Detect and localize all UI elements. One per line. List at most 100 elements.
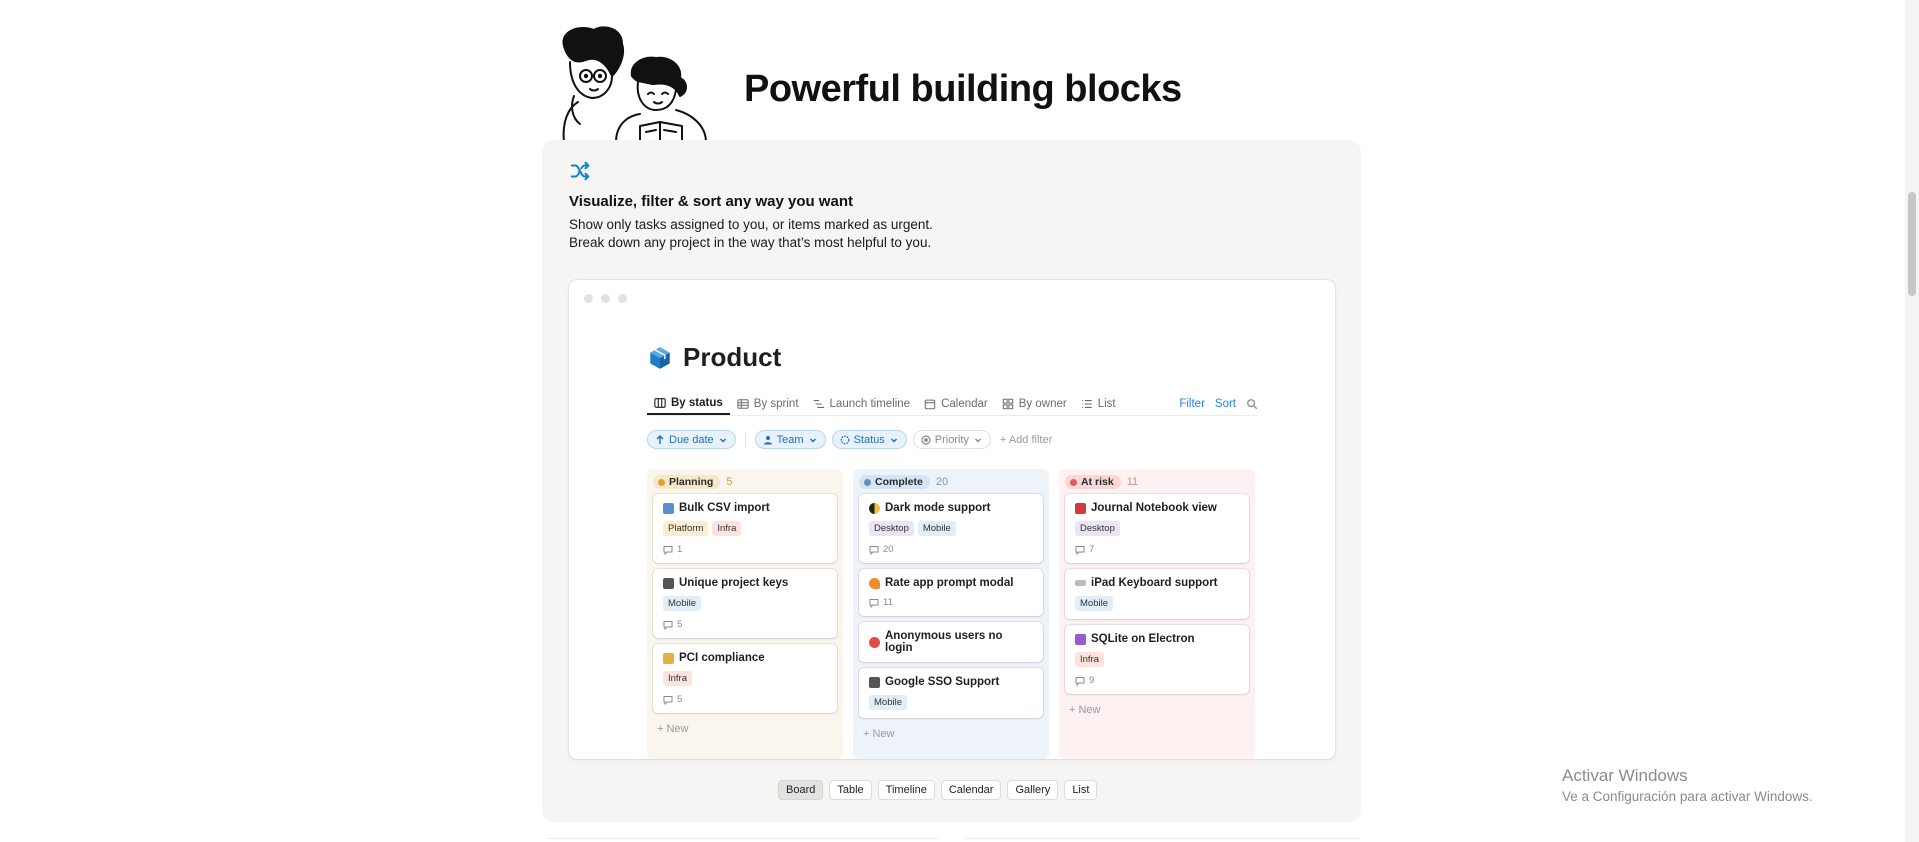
view-table-button[interactable]: Table	[829, 780, 872, 800]
tag: Desktop	[869, 521, 914, 536]
view-calendar-button[interactable]: Calendar	[940, 780, 1002, 800]
board-card[interactable]: Bulk CSV import Platform Infra 1	[653, 494, 837, 563]
column-header: Planning 5	[653, 474, 837, 490]
team-filter[interactable]: Team	[754, 430, 826, 449]
scrollbar-thumb[interactable]	[1908, 192, 1916, 296]
card-tags: Desktop Mobile	[869, 521, 1033, 536]
checkbox-icon	[869, 676, 880, 688]
tab-label: By owner	[1018, 397, 1067, 410]
add-filter-button[interactable]: + Add filter	[997, 430, 1055, 449]
page-title: Product	[647, 342, 781, 373]
card-comments: 11	[869, 597, 1033, 608]
gallery-icon	[1002, 398, 1013, 409]
comment-icon	[663, 545, 673, 555]
filter-button[interactable]: Filter	[1179, 398, 1205, 410]
comment-count: 5	[677, 619, 683, 630]
chevron-down-icon	[809, 438, 816, 442]
card-title-text: Google SSO Support	[885, 676, 1000, 688]
card-title-text: Anonymous users no login	[885, 630, 1003, 654]
board-card[interactable]: PCI compliance Infra 5	[653, 644, 837, 713]
status-filter[interactable]: Status	[831, 430, 907, 449]
arrow-up-icon	[656, 434, 664, 444]
view-list-button[interactable]: List	[1064, 780, 1098, 800]
card-tags: Mobile	[869, 695, 1033, 710]
tag: Mobile	[869, 695, 907, 710]
feature-desc-line: Show only tasks assigned to you, or item…	[569, 217, 933, 232]
tab-label: List	[1097, 397, 1116, 410]
comment-count: 1	[677, 544, 683, 555]
new-card-button[interactable]: + New	[1065, 700, 1249, 720]
due-date-filter[interactable]: Due date	[647, 430, 736, 449]
board-card[interactable]: Rate app prompt modal 11	[859, 569, 1043, 616]
board-column-at-risk: At risk 11 Journal Notebook view Desktop…	[1059, 469, 1255, 759]
tag: Infra	[1075, 652, 1105, 667]
tab-by-sprint[interactable]: By sprint	[730, 392, 806, 415]
board-icon	[654, 397, 666, 408]
cube-icon	[647, 345, 673, 371]
card-title: SQLite on Electron	[1075, 633, 1239, 645]
search-icon[interactable]	[1246, 398, 1258, 410]
window-dot	[584, 294, 593, 303]
feature-title: Visualize, filter & sort any way you wan…	[569, 193, 853, 210]
watermark-title: Activar Windows	[1562, 766, 1688, 785]
board-card[interactable]: SQLite on Electron Infra 9	[1065, 625, 1249, 694]
card-title-text: iPad Keyboard support	[1091, 577, 1218, 589]
view-board-button[interactable]: Board	[778, 780, 824, 800]
lock-icon	[663, 652, 674, 664]
board-card[interactable]: Journal Notebook view Desktop 7	[1065, 494, 1249, 563]
priority-filter[interactable]: Priority	[912, 430, 991, 449]
keyboard-icon	[1075, 580, 1086, 586]
card-title: Google SSO Support	[869, 676, 1033, 688]
board-card[interactable]: Google SSO Support Mobile	[859, 668, 1043, 718]
tab-by-status[interactable]: By status	[647, 392, 730, 415]
shuffle-icon	[569, 160, 591, 182]
comment-icon	[1075, 545, 1085, 555]
card-title: Bulk CSV import	[663, 502, 827, 514]
view-timeline-button[interactable]: Timeline	[877, 780, 935, 800]
comment-count: 9	[1089, 675, 1095, 686]
tag: Mobile	[917, 521, 956, 536]
import-icon	[663, 502, 674, 514]
board-card[interactable]: Anonymous users no login	[859, 622, 1043, 662]
status-dot	[864, 478, 871, 486]
windows-activation-watermark: Activar Windows Ve a Configuración para …	[1562, 766, 1813, 804]
page-scrollbar[interactable]	[1905, 0, 1919, 842]
board-card[interactable]: iPad Keyboard support Mobile	[1065, 569, 1249, 619]
list-icon	[1081, 399, 1092, 408]
feature-description: Show only tasks assigned to you, or item…	[569, 216, 933, 252]
board: Planning 5 Bulk CSV import Platform Infra…	[647, 469, 1255, 759]
comment-icon	[663, 695, 673, 705]
tab-by-owner[interactable]: By owner	[995, 392, 1074, 415]
card-title-text: Unique project keys	[679, 577, 789, 589]
view-tabs: By status By sprint Launch timeline Cale…	[647, 392, 1258, 416]
timeline-icon	[813, 399, 824, 408]
board-card[interactable]: Dark mode support Desktop Mobile 20	[859, 494, 1043, 563]
card-title: PCI compliance	[663, 652, 827, 664]
table-icon	[737, 398, 749, 409]
card-title: iPad Keyboard support	[1075, 577, 1239, 589]
new-card-button[interactable]: + New	[859, 724, 1043, 744]
card-tags: Mobile	[1075, 596, 1239, 611]
tag: Platform	[663, 521, 709, 536]
piano-icon	[663, 577, 674, 589]
tab-list[interactable]: List	[1074, 392, 1123, 415]
tab-calendar[interactable]: Calendar	[917, 392, 995, 415]
view-actions: Filter Sort	[1179, 392, 1258, 415]
sort-button[interactable]: Sort	[1215, 398, 1236, 410]
calendar-icon	[924, 399, 936, 409]
chip-label: Team	[776, 433, 804, 446]
board-card[interactable]: Unique project keys Mobile 5	[653, 569, 837, 638]
next-card-edge	[548, 838, 938, 842]
chip-label: Due date	[669, 433, 714, 446]
new-card-button[interactable]: + New	[653, 719, 837, 739]
view-gallery-button[interactable]: Gallery	[1007, 780, 1059, 800]
status-label: Planning	[669, 476, 714, 488]
window-dot	[618, 294, 627, 303]
card-title: Dark mode support	[869, 502, 1033, 514]
comment-count: 11	[883, 597, 893, 608]
comment-icon	[869, 545, 879, 555]
tag: Desktop	[1075, 521, 1120, 536]
chip-label: Priority	[934, 433, 969, 446]
tab-launch-timeline[interactable]: Launch timeline	[806, 392, 918, 415]
column-count: 5	[726, 476, 733, 488]
